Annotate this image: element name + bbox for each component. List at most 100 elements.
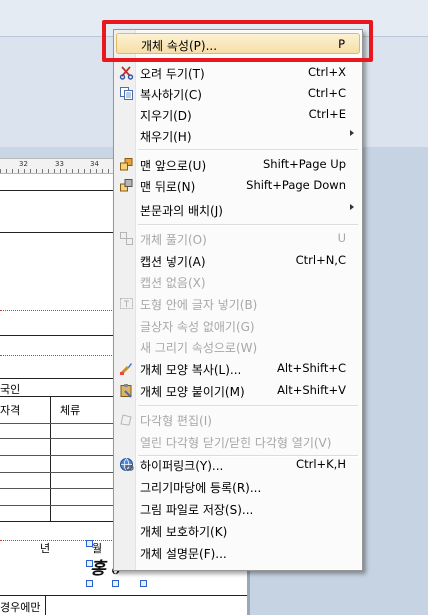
ruler-number: 33 (55, 160, 64, 168)
menu-item-shortcut: Alt+Shift+V (277, 383, 346, 397)
ungroup-icon (119, 231, 134, 246)
scissors-icon (119, 65, 134, 80)
table-line (0, 455, 116, 456)
selection-handle[interactable] (86, 560, 93, 567)
menu-item-shortcut: Ctrl+E (308, 107, 346, 121)
highlight-annotation (102, 20, 373, 62)
menu-item-save-as-image[interactable]: 그림 파일로 저장(S)... (116, 498, 360, 519)
menu-item-label: 그리기마당에 등록(R)... (140, 481, 262, 495)
menu-item-copy[interactable]: 복사하기(C) Ctrl+C (116, 83, 360, 104)
menu-separator (138, 149, 358, 151)
menu-item-label: 복사하기(C) (140, 88, 202, 102)
cell-only-case: 경우에만 (0, 601, 41, 614)
menu-item-fill[interactable]: 채우기(H) (116, 125, 360, 146)
menu-item-object-description[interactable]: 개체 설명문(F)... (116, 542, 360, 563)
menu-item-remove-textbox[interactable]: 글상자 속성 없애기(G) (116, 315, 360, 336)
submenu-arrow-icon (350, 130, 354, 136)
table-line (45, 595, 46, 615)
menu-item-new-drawing-property[interactable]: 새 그리기 속성으로(W) (116, 336, 360, 357)
table-line (0, 232, 116, 233)
menu-item-text-in-shape[interactable]: 도형 안에 글자 넣기(B) (116, 293, 360, 314)
menu-item-label: 캡션 없음(X) (140, 276, 206, 290)
ruler-ticks (0, 169, 116, 173)
menu-item-shortcut: Ctrl+K,H (296, 457, 346, 471)
menu-separator (138, 224, 358, 226)
menu-item-text-wrap[interactable]: 본문과의 배치(J) (116, 199, 360, 220)
cell-nationality: 국인 (0, 383, 21, 396)
menu-item-shortcut: U (337, 231, 346, 245)
ruler-number: 32 (19, 160, 28, 168)
menu-item-bring-to-front[interactable]: 맨 앞으로(U) Shift+Page Up (116, 154, 360, 175)
menu-item-label: 새 그리기 속성으로(W) (140, 341, 258, 355)
menu-item-shortcut: Alt+Shift+C (276, 361, 346, 375)
cell-qualification: 자격 (0, 404, 21, 417)
table-line (50, 396, 51, 521)
table-line (0, 423, 116, 424)
menu-item-send-to-back[interactable]: 맨 뒤로(N) Shift+Page Down (116, 175, 360, 196)
selection-handle[interactable] (86, 540, 93, 547)
bring-to-front-icon (119, 157, 134, 172)
table-line (0, 595, 247, 596)
menu-item-label: 도형 안에 글자 넣기(B) (140, 298, 258, 312)
menu-item-label: 본문과의 배치(J) (140, 204, 223, 218)
menu-item-label: 오려 두기(T) (140, 67, 205, 81)
menu-item-register-gallery[interactable]: 그리기마당에 등록(R)... (116, 476, 360, 497)
polygon-edit-icon (119, 412, 134, 427)
menu-item-label: 맨 뒤로(N) (140, 180, 196, 194)
margin-guide (0, 355, 116, 356)
margin-guide (0, 310, 116, 311)
menu-item-delete[interactable]: 지우기(D) Ctrl+E (116, 104, 360, 125)
cell-year: 년 (40, 542, 51, 555)
menu-item-paste-shape[interactable]: 개체 모양 붙이기(M) Alt+Shift+V (116, 380, 360, 401)
menu-item-label: 개체 설명문(F)... (140, 547, 227, 561)
table-line (0, 190, 116, 191)
table-line (0, 335, 116, 336)
menu-item-label: 채우기(H) (140, 130, 192, 144)
table-line (0, 472, 116, 473)
table-line (0, 396, 116, 397)
table-line (0, 378, 116, 379)
menu-item-cut[interactable]: 오려 두기(T) Ctrl+X (116, 62, 360, 83)
menu-item-label: 지우기(D) (140, 109, 192, 123)
selection-handle[interactable] (112, 580, 119, 587)
menu-item-label: 개체 모양 복사(L)... (140, 363, 242, 377)
menu-item-polygon-edit[interactable]: 다각형 편집(I) (116, 409, 360, 430)
cell-stay: 체류 (60, 404, 81, 417)
menu-item-label: 하이퍼링크(Y)... (140, 459, 224, 473)
menu-item-no-caption[interactable]: 캡션 없음(X) (116, 271, 360, 292)
menu-item-shortcut: Ctrl+N,C (295, 253, 346, 267)
table-line (0, 438, 116, 439)
menu-item-label: 다각형 편집(I) (140, 414, 212, 428)
menu-item-toggle-polygon[interactable]: 열린 다각형 닫기/닫힌 다각형 열기(V) (116, 431, 360, 452)
submenu-arrow-icon (350, 204, 354, 210)
menu-item-hyperlink[interactable]: 하이퍼링크(Y)... Ctrl+K,H (116, 454, 360, 475)
table-line (0, 488, 116, 489)
selection-handle[interactable] (140, 580, 147, 587)
menu-item-label: 맨 앞으로(U) (140, 159, 207, 173)
menu-item-label: 개체 모양 붙이기(M) (140, 385, 245, 399)
send-to-back-icon (119, 178, 134, 193)
menu-item-shortcut: Ctrl+C (307, 86, 346, 100)
menu-item-label: 열린 다각형 닫기/닫힌 다각형 열기(V) (140, 436, 332, 450)
menu-separator (138, 405, 358, 407)
copy-shape-icon (119, 361, 134, 376)
selection-handle[interactable] (86, 580, 93, 587)
menu-item-shortcut: Shift+Page Up (263, 157, 346, 171)
menu-item-ungroup[interactable]: 개체 풀기(O) U (116, 228, 360, 249)
table-line (0, 505, 116, 506)
horizontal-ruler[interactable]: 32 33 34 (0, 158, 116, 174)
menu-item-label: 캡션 넣기(A) (140, 255, 206, 269)
menu-item-label: 그림 파일로 저장(S)... (140, 503, 254, 517)
menu-item-label: 개체 풀기(O) (140, 233, 207, 247)
copy-icon (119, 86, 134, 101)
menu-item-protect-object[interactable]: 개체 보호하기(K) (116, 520, 360, 541)
menu-item-label: 개체 보호하기(K) (140, 525, 228, 539)
text-in-shape-icon (119, 296, 134, 311)
context-menu: 개체 속성(P)... P 오려 두기(T) Ctrl+X 복사하기(C) Ct… (113, 29, 363, 571)
ruler-number: 34 (90, 160, 99, 168)
menu-item-insert-caption[interactable]: 캡션 넣기(A) Ctrl+N,C (116, 250, 360, 271)
menu-item-copy-shape[interactable]: 개체 모양 복사(L)... Alt+Shift+C (116, 358, 360, 379)
menu-item-shortcut: Shift+Page Down (246, 178, 346, 192)
menu-item-label: 글상자 속성 없애기(G) (140, 320, 255, 334)
paste-shape-icon (119, 383, 134, 398)
